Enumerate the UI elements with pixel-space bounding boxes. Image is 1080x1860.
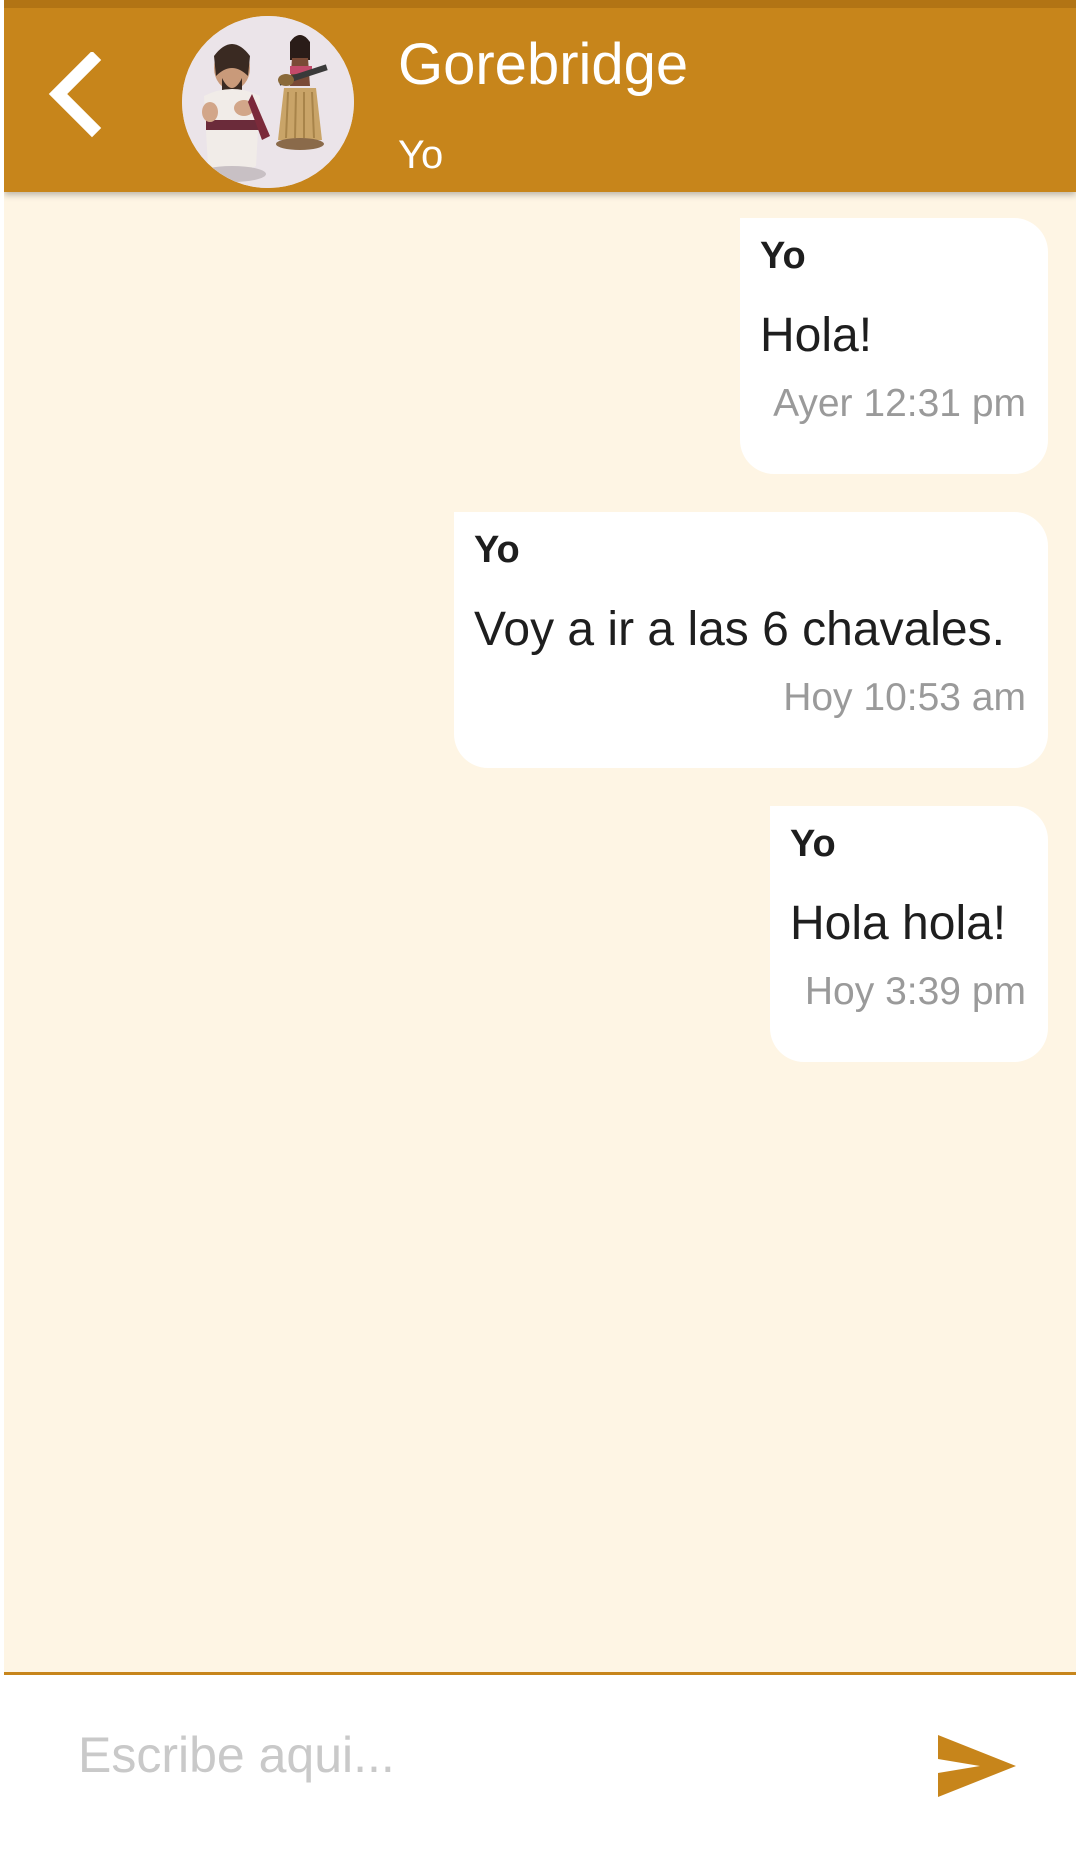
message-bubble[interactable]: Yo Hola hola! Hoy 3:39 pm	[770, 806, 1048, 1062]
chat-header: Gorebridge Yo	[4, 0, 1076, 192]
chat-subtitle: Yo	[398, 133, 444, 177]
chat-screen: Gorebridge Yo Yo Hola! Ayer 12:31 pm Yo …	[4, 0, 1076, 1860]
back-button[interactable]	[44, 50, 134, 152]
message-bubble[interactable]: Yo Hola! Ayer 12:31 pm	[740, 218, 1048, 474]
send-button[interactable]	[934, 1729, 1020, 1803]
send-icon	[938, 1735, 1016, 1797]
message-text: Hola!	[760, 309, 873, 362]
message-text: Hola hola!	[790, 897, 1007, 950]
message-time: Ayer 12:31 pm	[773, 382, 1026, 425]
message-sender: Yo	[790, 823, 836, 865]
message-list[interactable]: Yo Hola! Ayer 12:31 pm Yo Voy a ir a las…	[4, 192, 1076, 1670]
avatar-image	[182, 16, 354, 188]
message-text: Voy a ir a las 6 chavales.	[474, 603, 1005, 656]
group-avatar[interactable]	[182, 16, 354, 188]
message-time: Hoy 3:39 pm	[804, 970, 1026, 1013]
message-sender: Yo	[760, 235, 806, 277]
message-time: Hoy 10:53 am	[783, 676, 1026, 719]
chat-title: Gorebridge	[398, 32, 689, 97]
chevron-left-icon	[48, 50, 102, 138]
message-bubble[interactable]: Yo Voy a ir a las 6 chavales. Hoy 10:53 …	[454, 512, 1048, 768]
message-input[interactable]	[78, 1715, 878, 1795]
message-sender: Yo	[474, 529, 520, 571]
message-composer	[4, 1672, 1076, 1860]
